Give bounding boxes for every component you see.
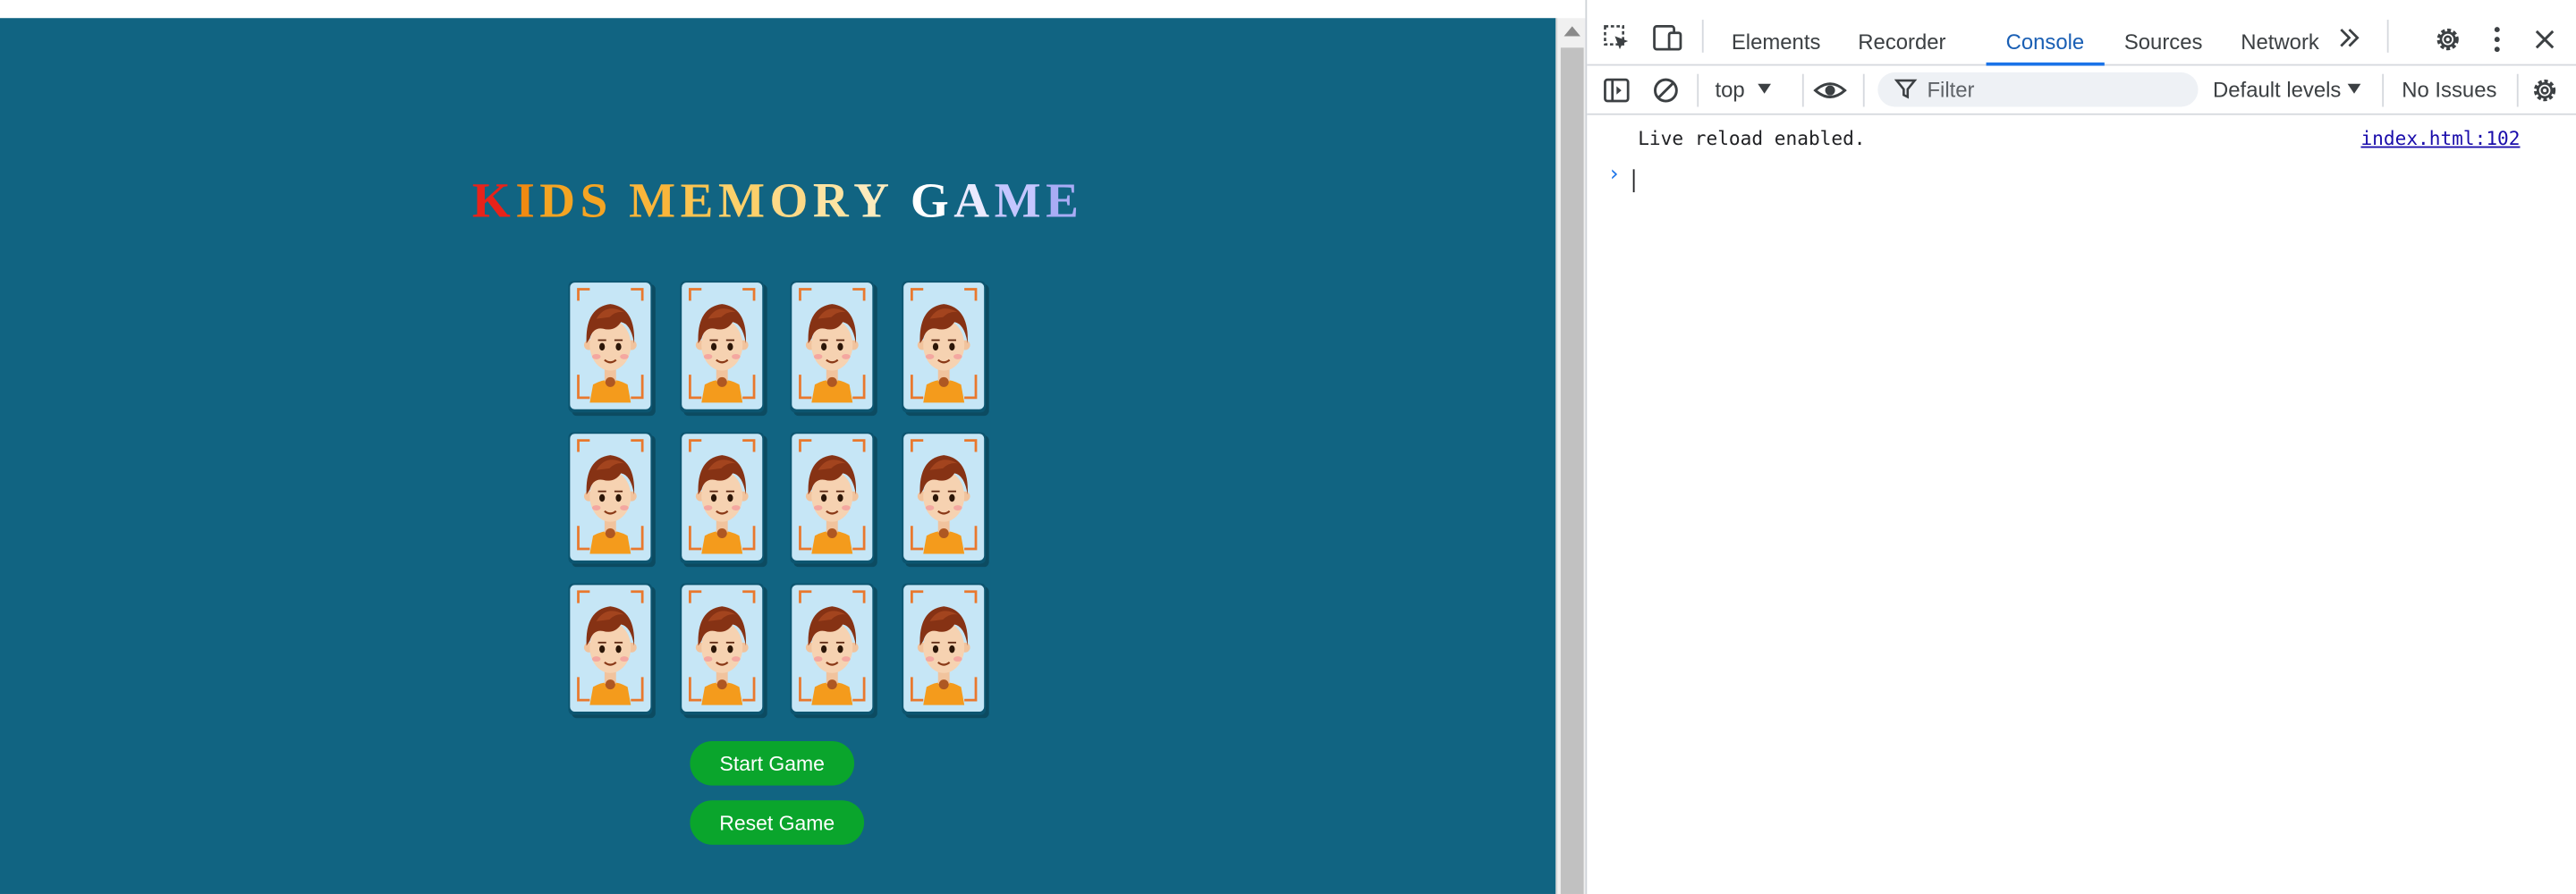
title-letter: M [994, 173, 1046, 229]
more-options-kebab-icon[interactable] [2487, 25, 2507, 55]
context-selector[interactable]: top [1716, 77, 1772, 102]
caret-down-icon [1758, 83, 1772, 94]
title-letter: S [580, 173, 613, 229]
live-expression-eye-icon[interactable] [1812, 76, 1848, 105]
memory-card[interactable] [901, 432, 986, 564]
title-letter: R [812, 173, 854, 229]
title-letter: G [910, 173, 954, 229]
levels-label: Default levels [2213, 77, 2342, 102]
card-face [902, 434, 984, 561]
title-letter: E [1046, 173, 1084, 229]
game-title: KIDS MEMORY GAME [0, 174, 1555, 230]
title-letter: I [515, 173, 540, 229]
card-face [792, 434, 873, 561]
boy-face-icon [902, 283, 984, 409]
tab-recorder[interactable]: Recorder [1858, 0, 1945, 66]
caret-down-icon [2347, 83, 2361, 94]
memory-card[interactable] [679, 432, 764, 564]
memory-card[interactable] [790, 432, 875, 564]
filter-input[interactable] [1927, 75, 2190, 104]
sidebar-toggle-icon[interactable] [1602, 76, 1631, 105]
scroll-up-arrow-icon[interactable] [1563, 26, 1580, 37]
devtools-panel: Elements Recorder Console Sources Networ… [1585, 0, 2576, 894]
card-face [570, 585, 651, 712]
title-letter: K [471, 173, 516, 229]
toolbar-divider [2382, 73, 2385, 107]
card-face [902, 585, 984, 712]
console-filter[interactable] [1877, 72, 2199, 107]
card-face [681, 434, 762, 561]
memory-card[interactable] [901, 583, 986, 715]
title-letter: E [680, 173, 718, 229]
title-letter: M [717, 173, 770, 229]
console-input-cursor[interactable] [1632, 169, 1635, 193]
browser-top-strip [0, 0, 1556, 19]
memory-card[interactable] [568, 432, 653, 564]
boy-face-icon [792, 585, 873, 712]
console-log-entry: Live reload enabled. index.html:102 [1587, 118, 2576, 154]
boy-face-icon [792, 434, 873, 561]
console-toolbar: top Default levels No Issues [1587, 66, 2576, 115]
console-prompt-chevron-icon: › [1609, 162, 1619, 188]
title-space [613, 174, 629, 230]
scrollbar-thumb[interactable] [1560, 47, 1584, 894]
log-levels-dropdown[interactable]: Default levels [2213, 77, 2361, 102]
memory-card[interactable] [790, 281, 875, 413]
page-scrollbar[interactable] [1555, 18, 1586, 894]
boy-face-icon [681, 585, 762, 712]
title-letter: O [769, 173, 813, 229]
console-settings-gear-icon[interactable] [2530, 76, 2560, 105]
title-letter: A [953, 173, 995, 229]
close-devtools-icon[interactable] [2531, 26, 2557, 52]
title-letter: M [629, 173, 681, 229]
toolbar-divider [2516, 73, 2519, 107]
memory-card[interactable] [568, 583, 653, 715]
tab-network[interactable]: Network [2241, 0, 2319, 66]
toolbar-divider [1801, 73, 1804, 107]
console-message: Live reload enabled. [1638, 126, 1866, 150]
toolbar-divider [1701, 20, 1704, 53]
tab-console[interactable]: Console [1986, 0, 2104, 66]
filter-funnel-icon [1894, 77, 1918, 100]
card-face [570, 283, 651, 409]
context-label: top [1715, 77, 1745, 102]
boy-face-icon [570, 585, 651, 712]
boy-face-icon [570, 283, 651, 409]
card-face [681, 585, 762, 712]
inspect-element-icon[interactable] [1602, 23, 1631, 53]
double-chevron-icon[interactable] [2336, 25, 2362, 51]
device-toolbar-icon[interactable] [1651, 23, 1684, 53]
card-face [681, 283, 762, 409]
console-source-link[interactable]: index.html:102 [2360, 127, 2520, 150]
boy-face-icon [902, 434, 984, 561]
toolbar-divider [1697, 73, 1699, 107]
boy-face-icon [792, 283, 873, 409]
issues-counter[interactable]: No Issues [2402, 77, 2496, 102]
memory-card[interactable] [790, 583, 875, 715]
reset-game-button[interactable]: Reset Game [690, 800, 865, 845]
memory-card[interactable] [901, 281, 986, 413]
start-game-button[interactable]: Start Game [690, 741, 855, 786]
tab-elements[interactable]: Elements [1732, 0, 1821, 66]
boy-face-icon [902, 585, 984, 712]
title-letter: D [539, 173, 580, 229]
memory-card[interactable] [679, 281, 764, 413]
title-space [894, 174, 911, 230]
card-face [902, 283, 984, 409]
boy-face-icon [570, 434, 651, 561]
toolbar-divider [1862, 73, 1865, 107]
settings-gear-icon[interactable] [2433, 25, 2462, 55]
card-face [792, 283, 873, 409]
memory-card[interactable] [679, 583, 764, 715]
tab-sources[interactable]: Sources [2124, 0, 2203, 66]
card-face [570, 434, 651, 561]
boy-face-icon [681, 283, 762, 409]
devtools-tab-bar: Elements Recorder Console Sources Networ… [1587, 0, 2576, 66]
clear-console-icon[interactable] [1651, 76, 1681, 105]
toolbar-divider [2386, 20, 2389, 53]
title-letter: Y [853, 173, 894, 229]
memory-card[interactable] [568, 281, 653, 413]
card-face [792, 585, 873, 712]
boy-face-icon [681, 434, 762, 561]
